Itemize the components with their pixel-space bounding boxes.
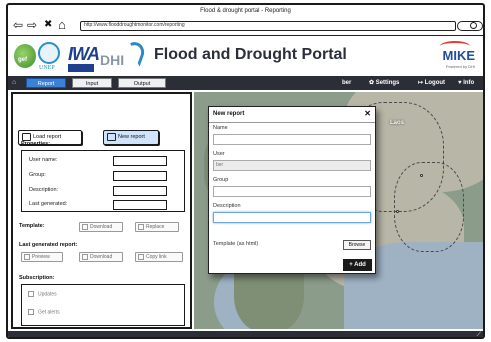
name-label: Name xyxy=(213,125,228,131)
report-panel: Load report New report Properties: User … xyxy=(11,92,192,329)
group-field[interactable] xyxy=(113,171,167,181)
user-input[interactable]: ber xyxy=(213,160,371,171)
browse-button[interactable]: Browse xyxy=(343,240,371,250)
map-city-marker xyxy=(420,174,423,177)
browser-nav-row: ⇦ ⇨ ✖ ⌂ http://www.flooddroughtmonitor.c… xyxy=(8,18,483,34)
close-icon[interactable]: ✕ xyxy=(364,109,371,118)
tab-input[interactable]: Input xyxy=(72,78,112,88)
copy-link-button[interactable]: Copy link xyxy=(135,252,183,262)
window-title: Flood & drought portal - Reporting xyxy=(200,8,291,14)
iwa-logo-bar xyxy=(68,64,94,72)
resize-grip-icon[interactable]: ⟋ xyxy=(477,332,481,337)
subscription-heading: Subscription: xyxy=(19,275,55,281)
subscription-box: Updates Get alerts xyxy=(21,284,185,326)
logout-link[interactable]: ↦ Logout xyxy=(418,76,445,90)
tab-output[interactable]: Output xyxy=(118,78,166,88)
gef-logo: gef xyxy=(14,44,36,68)
menu-home-icon[interactable]: ⌂ xyxy=(12,79,16,86)
back-arrow-icon[interactable]: ⇦ xyxy=(13,19,23,31)
settings-link[interactable]: ✿ Settings xyxy=(369,76,399,90)
last-generated-field[interactable] xyxy=(113,200,167,210)
browser-window: Flood & drought portal - Reporting ⇦ ⇨ ✖… xyxy=(6,3,485,339)
new-report-dialog: New report ✕ Name User ber Group Descrip… xyxy=(208,106,376,274)
link-icon xyxy=(138,254,144,260)
download-icon xyxy=(82,254,88,260)
page-title: Flood and Drought Portal xyxy=(154,46,347,63)
home-icon[interactable]: ⌂ xyxy=(58,18,66,31)
description-label: Description xyxy=(213,203,241,209)
new-file-icon xyxy=(107,133,116,141)
template-label: Template (as html) xyxy=(213,241,259,247)
preview-icon xyxy=(24,254,30,260)
user-menu[interactable]: ber xyxy=(342,76,351,90)
mike-logo: MIKE xyxy=(439,41,475,63)
browser-search-field[interactable] xyxy=(457,21,483,31)
dhi-logo: DHI xyxy=(100,52,125,68)
updates-checkbox[interactable]: Updates xyxy=(28,291,57,297)
properties-box: User name: Group: Description: Last gene… xyxy=(21,150,185,212)
group-label: Group xyxy=(213,177,229,183)
prop-label-group: Group: xyxy=(29,172,46,178)
dialog-divider xyxy=(209,122,375,123)
address-bar[interactable]: http://www.flooddroughtmonitor.com/repor… xyxy=(80,21,456,31)
status-strip: ⟋ xyxy=(8,331,483,337)
portal-header: gef UNEP IWA DHI Flood and Drought Porta… xyxy=(8,36,483,76)
map-label-laos: Laos xyxy=(390,120,405,126)
download-icon xyxy=(82,224,88,230)
preview-button[interactable]: Preview xyxy=(21,252,63,262)
info-link[interactable]: ♥ Info xyxy=(458,76,474,90)
folder-icon xyxy=(22,133,31,141)
dhi-wave-icon xyxy=(120,39,148,67)
properties-heading: Properties: xyxy=(21,141,51,147)
map-city-marker xyxy=(396,210,399,213)
stop-icon[interactable]: ✖ xyxy=(44,19,52,31)
user-name-field[interactable] xyxy=(113,156,167,166)
prop-label-last-generated: Last generated: xyxy=(29,201,68,207)
forward-arrow-icon[interactable]: ⇨ xyxy=(27,19,37,31)
last-generated-heading: Last generated report: xyxy=(19,242,78,248)
mike-tagline: Powered by DHI xyxy=(445,64,475,69)
user-label: User xyxy=(213,151,225,157)
prop-label-user: User name: xyxy=(29,157,58,163)
unep-logo-text: UNEP xyxy=(39,65,55,71)
iwa-logo: IWA xyxy=(68,44,100,64)
template-heading: Template: xyxy=(19,223,45,229)
add-button[interactable]: + Add xyxy=(343,259,372,271)
description-input[interactable] xyxy=(213,212,371,223)
dialog-title: New report xyxy=(213,111,245,117)
search-icon xyxy=(470,22,477,29)
report-download-button[interactable]: Download xyxy=(79,252,123,262)
unep-logo xyxy=(38,42,60,64)
group-input[interactable] xyxy=(213,186,371,197)
description-field[interactable] xyxy=(113,186,167,196)
template-download-button[interactable]: Download xyxy=(79,222,123,232)
alerts-checkbox[interactable]: Get alerts xyxy=(28,309,60,315)
template-replace-button[interactable]: Replace xyxy=(135,222,179,232)
main-menu-bar: ⌂ Report Input Output ber ✿ Settings ↦ L… xyxy=(8,76,483,90)
map-border xyxy=(394,162,464,252)
prop-label-description: Description: xyxy=(29,187,59,193)
name-input[interactable] xyxy=(213,134,371,145)
upload-icon xyxy=(138,224,144,230)
new-report-button[interactable]: New report xyxy=(103,130,159,145)
tab-report[interactable]: Report xyxy=(26,78,66,88)
